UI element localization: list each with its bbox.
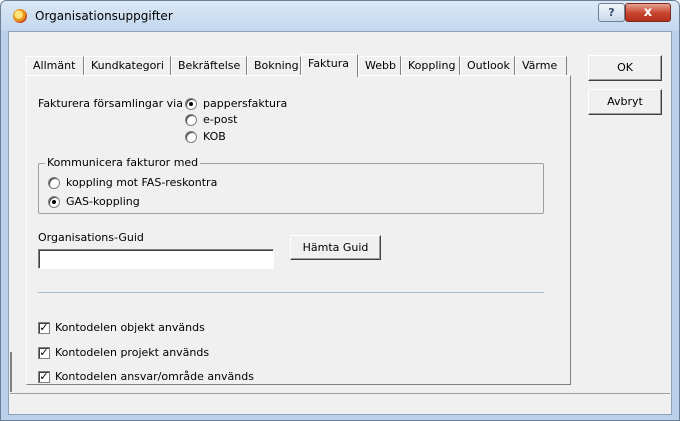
checkbox-projekt-label[interactable]: Kontodelen projekt används xyxy=(55,346,209,359)
faktura-tab-panel: Fakturera församlingar via pappersfaktur… xyxy=(26,75,571,385)
tab-kundkategori[interactable]: Kundkategori xyxy=(84,56,171,76)
radio-fas-reskontra-label[interactable]: koppling mot FAS-reskontra xyxy=(66,176,217,189)
checkbox-projekt[interactable]: ✓ xyxy=(38,347,50,359)
status-bar xyxy=(10,393,670,414)
title-bar[interactable]: Organisationsuppgifter ? x xyxy=(1,1,679,31)
radio-epost[interactable] xyxy=(185,114,197,126)
tab-allmant[interactable]: Allmänt xyxy=(26,56,84,76)
guid-input[interactable] xyxy=(38,249,274,269)
ok-button[interactable]: OK xyxy=(588,55,662,81)
radio-epost-label[interactable]: e-post xyxy=(203,113,238,126)
radio-gas-koppling-label[interactable]: GAS-koppling xyxy=(66,195,140,208)
cancel-button[interactable]: Avbryt xyxy=(588,89,662,115)
separator-line xyxy=(38,292,544,293)
tab-varme[interactable]: Värme xyxy=(515,56,567,76)
invoice-via-label: Fakturera församlingar via xyxy=(38,97,183,110)
checkbox-ansvar[interactable]: ✓ xyxy=(38,371,50,383)
radio-kob-label[interactable]: KOB xyxy=(203,130,226,143)
tab-faktura[interactable]: Faktura xyxy=(301,54,358,77)
tab-koppling[interactable]: Koppling xyxy=(401,56,460,76)
tab-bokning[interactable]: Bokning xyxy=(247,56,301,76)
checkbox-ansvar-label[interactable]: Kontodelen ansvar/område används xyxy=(55,370,254,383)
checkbox-objekt[interactable]: ✓ xyxy=(38,322,50,334)
help-button[interactable]: ? xyxy=(598,3,625,22)
fetch-guid-button[interactable]: Hämta Guid xyxy=(290,235,381,260)
left-resize-edge[interactable] xyxy=(10,352,12,392)
tab-webb[interactable]: Webb xyxy=(358,56,401,76)
radio-fas-reskontra[interactable] xyxy=(48,177,60,189)
radio-gas-koppling[interactable] xyxy=(48,196,60,208)
guid-label: Organisations-Guid xyxy=(38,231,144,244)
close-button[interactable]: x xyxy=(625,3,671,22)
checkbox-objekt-label[interactable]: Kontodelen objekt används xyxy=(55,321,205,334)
dialog-client-area: Allmänt Kundkategori Bekräftelse Bokning… xyxy=(8,31,672,415)
dialog-window: Organisationsuppgifter ? x Allmänt Kundk… xyxy=(0,0,680,421)
window-title: Organisationsuppgifter xyxy=(35,9,173,23)
tab-outlook[interactable]: Outlook xyxy=(460,56,515,76)
radio-kob[interactable] xyxy=(185,131,197,143)
app-icon xyxy=(13,9,27,23)
communicate-group-legend: Kommunicera fakturor med xyxy=(45,156,201,169)
radio-pappersfaktura[interactable] xyxy=(185,98,197,110)
communicate-invoices-group: Kommunicera fakturor med koppling mot FA… xyxy=(38,156,544,214)
tab-bekraftelse[interactable]: Bekräftelse xyxy=(171,56,247,76)
radio-pappersfaktura-label[interactable]: pappersfaktura xyxy=(203,97,287,110)
